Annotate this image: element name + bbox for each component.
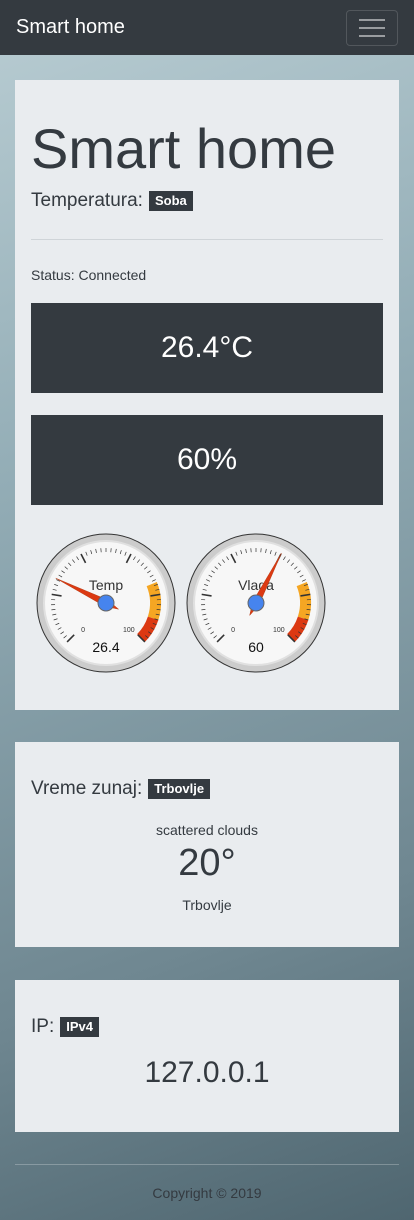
gauges: Temp 0 100 26.4 Vlaga 0 100 60 bbox=[35, 532, 335, 674]
ip-address: 127.0.0.1 bbox=[144, 1056, 270, 1089]
gauge-tick bbox=[51, 609, 56, 611]
sensor-card: Smart home Temperatura: Soba Status: Con… bbox=[15, 80, 399, 710]
footer-divider bbox=[15, 1164, 399, 1165]
weather-card: Vreme zunaj: Trbovlje scattered clouds 2… bbox=[15, 742, 399, 947]
ip-card: IP: IPv4 127.0.0.1 bbox=[15, 980, 399, 1132]
ip-version-badge: IPv4 bbox=[60, 1017, 99, 1037]
temperature-gauge: Temp 0 100 26.4 bbox=[36, 533, 176, 673]
temperature-heading-label: Temperatura: bbox=[31, 190, 143, 211]
hamburger-icon-line bbox=[359, 34, 385, 37]
gauge-value: 26.4 bbox=[92, 639, 119, 655]
room-badge: Soba bbox=[148, 191, 193, 211]
hamburger-icon-line bbox=[359, 26, 385, 29]
gauge-max-label: 100 bbox=[123, 627, 135, 634]
humidity-display: 60% bbox=[31, 415, 383, 505]
gauge-tick bbox=[201, 609, 206, 611]
hamburger-icon-line bbox=[359, 18, 385, 21]
gauge-label: Temp bbox=[89, 577, 123, 593]
navbar-toggler-button[interactable] bbox=[346, 9, 398, 46]
temperature-display: 26.4°C bbox=[31, 303, 383, 393]
weather-heading-label: Vreme zunaj: bbox=[31, 778, 143, 799]
weather-description: scattered clouds bbox=[156, 822, 258, 838]
navbar-brand[interactable]: Smart home bbox=[16, 16, 125, 39]
gauge-max-label: 100 bbox=[273, 627, 285, 634]
gauge-tick bbox=[156, 609, 161, 611]
weather-city: Trbovlje bbox=[182, 897, 232, 913]
copyright: Copyright © 2019 bbox=[152, 1185, 262, 1201]
ip-heading-label: IP: bbox=[31, 1016, 55, 1037]
gauge-min-label: 0 bbox=[81, 627, 85, 634]
city-badge: Trbovlje bbox=[148, 779, 211, 799]
gauge-hub bbox=[247, 594, 265, 612]
humidity-gauge: Vlaga0 10060 bbox=[186, 533, 326, 673]
ip-heading: IP: IPv4 bbox=[31, 1016, 99, 1038]
gauge-min-label: 0 bbox=[231, 627, 235, 634]
weather-heading: Vreme zunaj: Trbovlje bbox=[31, 778, 211, 800]
connection-status: Status: Connected bbox=[31, 267, 147, 283]
navbar: Smart home bbox=[0, 0, 414, 55]
gauge-value: 60 bbox=[248, 639, 264, 655]
weather-temperature: 20° bbox=[178, 842, 236, 884]
gauge-tick bbox=[306, 609, 311, 611]
divider bbox=[31, 239, 383, 240]
gauge-hub bbox=[97, 594, 115, 612]
page-title: Smart home bbox=[31, 117, 336, 180]
temperature-heading: Temperatura: Soba bbox=[31, 190, 193, 212]
